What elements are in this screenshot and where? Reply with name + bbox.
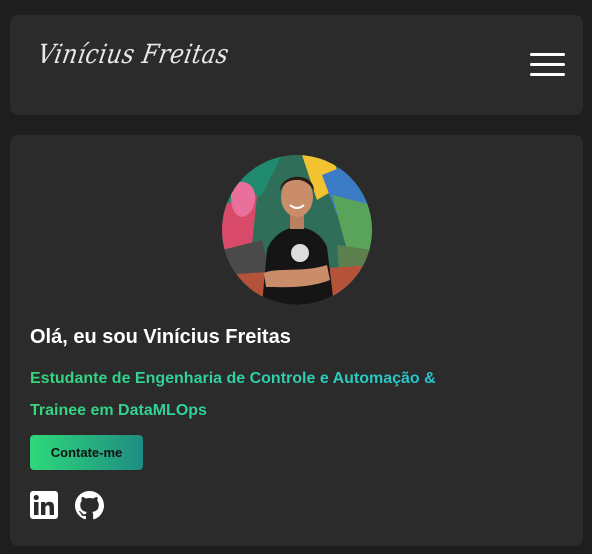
site-logo[interactable]: Vinícius Freitas	[35, 40, 231, 70]
role-line-2: Trainee em DataMLOps	[30, 402, 207, 419]
role-line-1: Estudante de Engenharia de Controle e Au…	[30, 370, 436, 387]
hamburger-menu-icon[interactable]	[530, 53, 566, 77]
linkedin-icon[interactable]	[30, 491, 58, 519]
github-icon[interactable]	[75, 491, 104, 520]
role-description: Estudante de Engenharia de Controle e Au…	[30, 363, 550, 427]
contact-button[interactable]: Contate-me	[30, 435, 143, 470]
page-title: Olá, eu sou Vinícius Freitas	[30, 326, 291, 348]
profile-avatar	[222, 155, 372, 305]
